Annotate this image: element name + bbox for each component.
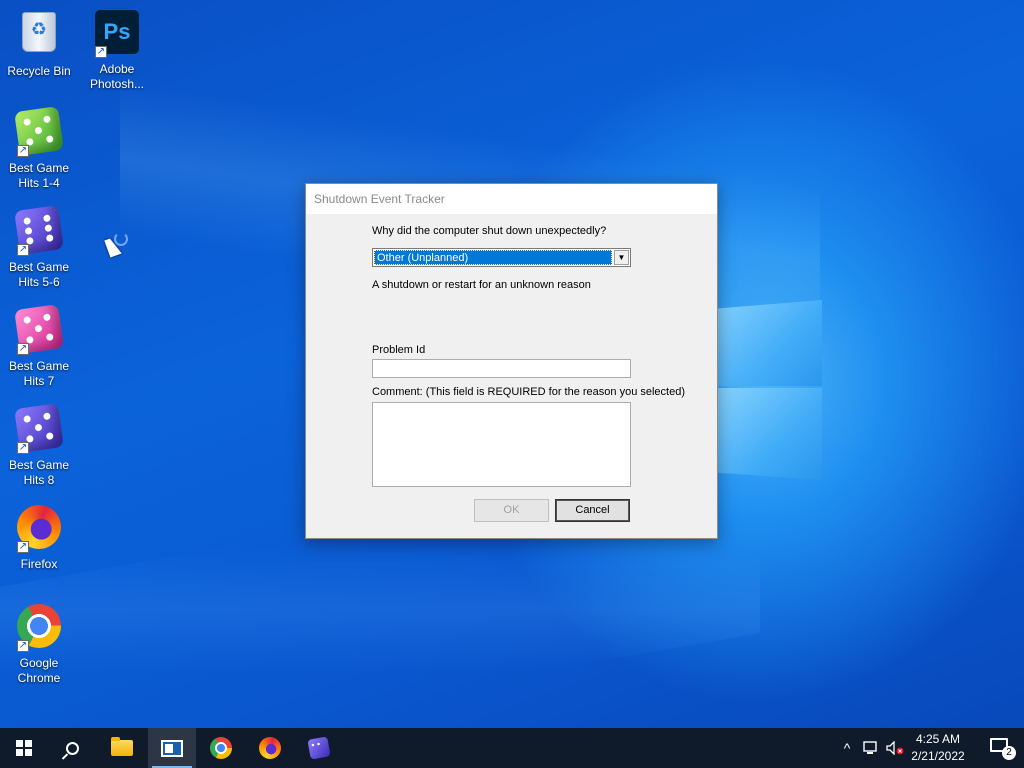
clock-date: 2/21/2022: [911, 749, 965, 763]
recycle-bin-icon: [22, 12, 56, 52]
shutdown-reason-selected: Other (Unplanned): [374, 250, 612, 265]
desktop-icon-label: Recycle Bin: [7, 64, 71, 78]
comment-textarea[interactable]: [372, 402, 631, 487]
taskbar-firefox[interactable]: [246, 728, 294, 768]
windows-wallpaper-logo: [716, 288, 822, 480]
desktop-icon-label: Best Game Hits 7: [8, 359, 70, 388]
clock-time: 4:25 AM: [915, 732, 961, 746]
windows-start-icon: [16, 740, 32, 756]
desktop-icon-firefox[interactable]: ↗ Firefox: [1, 503, 77, 572]
dialog-title[interactable]: Shutdown Event Tracker: [306, 184, 717, 214]
desktop-icon-best-game-hits-7[interactable]: ↗ Best Game Hits 7: [1, 304, 77, 389]
ok-button[interactable]: OK: [474, 499, 549, 522]
search-icon: [65, 741, 79, 755]
desktop-icon-recycle-bin[interactable]: Recycle Bin: [1, 8, 77, 79]
desktop-icon-best-game-hits-1-4[interactable]: ↗ Best Game Hits 1-4: [1, 106, 77, 191]
desktop-icon-label: Best Game Hits 1-4: [8, 161, 70, 190]
chevron-down-icon[interactable]: ▼: [614, 250, 629, 265]
desktop-icon-label: Best Game Hits 5-6: [8, 260, 70, 289]
desktop-icon-google-chrome[interactable]: ↗ Google Chrome: [1, 602, 77, 686]
taskbar-chrome[interactable]: [197, 728, 245, 768]
taskbar-active-window[interactable]: [148, 728, 196, 768]
desktop-icon-best-game-hits-8[interactable]: ↗ Best Game Hits 8: [1, 403, 77, 488]
search-button[interactable]: [48, 728, 96, 768]
shutdown-reason-dropdown[interactable]: Other (Unplanned) ▼: [372, 248, 631, 267]
action-center-button[interactable]: 2: [990, 738, 1016, 760]
cancel-button[interactable]: Cancel: [555, 499, 630, 522]
chrome-icon: [210, 737, 232, 759]
busy-spinner-icon: [114, 232, 128, 246]
shortcut-arrow-icon: ↗: [17, 541, 29, 553]
desktop-icon-label: Firefox: [20, 557, 58, 571]
shortcut-arrow-icon: ↗: [95, 46, 107, 58]
network-icon[interactable]: [861, 728, 881, 768]
folder-icon: [111, 737, 133, 756]
notification-count-badge: 2: [1002, 746, 1016, 760]
reason-description: A shutdown or restart for an unknown rea…: [372, 279, 591, 291]
shortcut-arrow-icon: ↗: [17, 145, 29, 157]
desktop-icon-label: Best Game Hits 8: [8, 458, 70, 487]
taskbar-file-explorer[interactable]: [98, 728, 146, 768]
problem-id-label: Problem Id: [372, 344, 426, 356]
desktop-icon-label: Adobe Photosh...: [89, 62, 145, 91]
comment-label: Comment: (This field is REQUIRED for the…: [372, 386, 686, 398]
system-clock[interactable]: 4:25 AM 2/21/2022: [898, 731, 978, 765]
shortcut-arrow-icon: ↗: [17, 244, 29, 256]
shortcut-arrow-icon: ↗: [17, 442, 29, 454]
shutdown-event-tracker-dialog: Shutdown Event Tracker Why did the compu…: [305, 183, 718, 539]
app-window-icon: [161, 739, 183, 757]
desktop-icon-label: Google Chrome: [17, 656, 61, 685]
purple-dice-icon: [307, 736, 331, 760]
problem-id-input[interactable]: [372, 359, 631, 378]
shutdown-question-label: Why did the computer shut down unexpecte…: [372, 225, 607, 237]
taskbar-game[interactable]: [295, 728, 343, 768]
start-button[interactable]: [0, 728, 48, 768]
shortcut-arrow-icon: ↗: [17, 343, 29, 355]
shortcut-arrow-icon: ↗: [17, 640, 29, 652]
firefox-icon: [259, 737, 281, 759]
desktop-icon-photoshop[interactable]: Ps ↗ Adobe Photosh...: [79, 8, 155, 92]
desktop-icon-best-game-hits-5-6[interactable]: ↗ Best Game Hits 5-6: [1, 205, 77, 290]
taskbar: ^ 4:25 AM 2/21/2022 2: [0, 728, 1024, 768]
tray-overflow-chevron-icon[interactable]: ^: [838, 728, 856, 768]
